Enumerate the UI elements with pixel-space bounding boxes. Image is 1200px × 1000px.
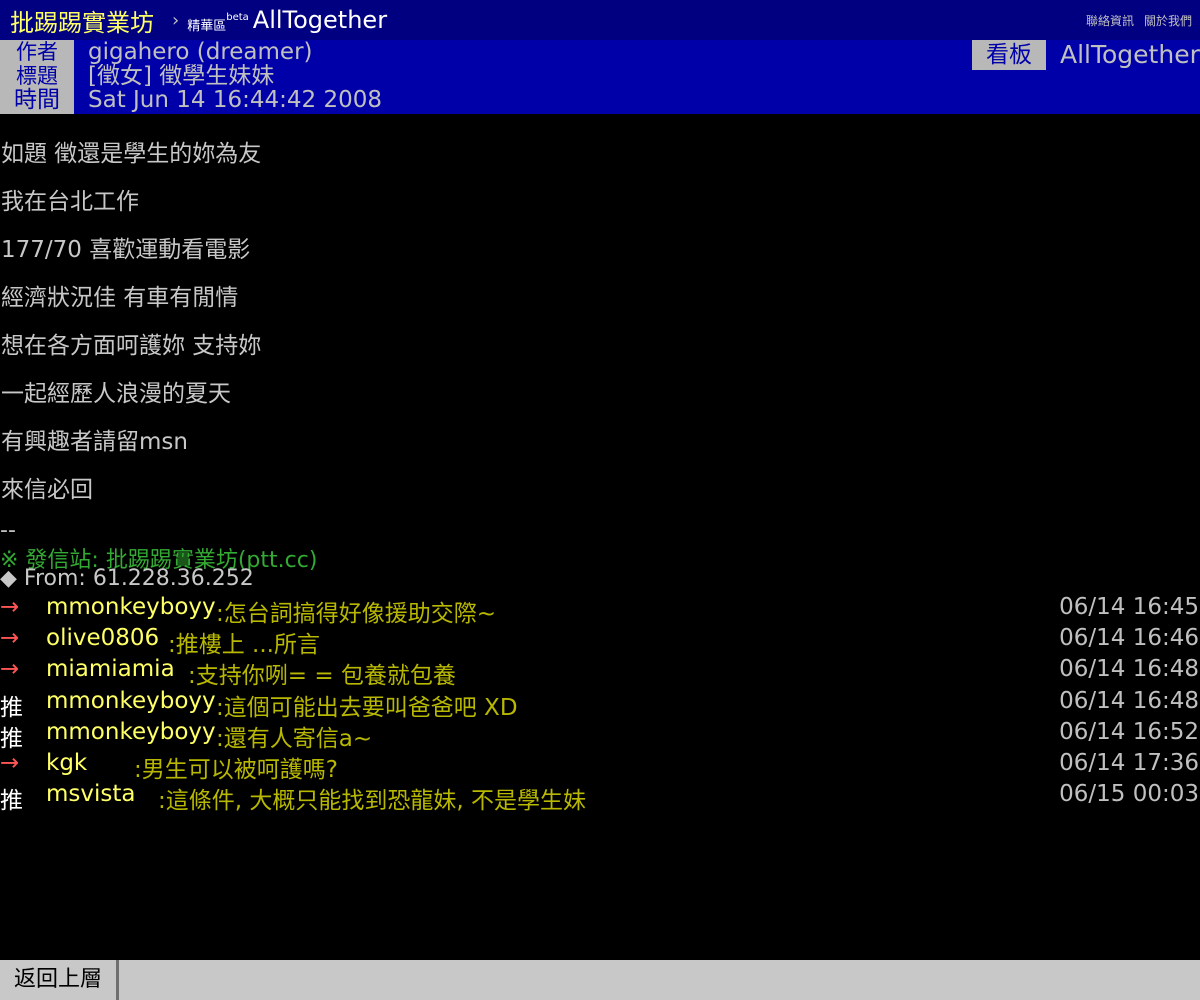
title-label: 標題 — [0, 64, 74, 86]
top-links: 聯絡資訊 關於我們 — [1086, 12, 1192, 29]
section-label: 精華區 — [187, 18, 227, 34]
bottom-bar: 返回上層 — [0, 960, 1200, 1000]
contact-link[interactable]: 聯絡資訊 — [1086, 12, 1134, 29]
push-row: 推 msvista :這條件, 大概只能找到恐龍妹, 不是學生妹 06/15 0… — [0, 781, 1200, 814]
push-tag: 推 — [0, 726, 23, 752]
author-row: 作者 gigahero (dreamer) — [0, 40, 313, 64]
push-time: 06/14 17:36 — [1059, 750, 1199, 776]
push-tag: 推 — [0, 695, 23, 721]
breadcrumb-separator: › — [172, 9, 180, 31]
site-title-link[interactable]: 批踢踢實業坊 — [10, 3, 154, 38]
push-content: :怎台詞搞得好像援助交際~ — [216, 601, 497, 627]
push-content: :這條件, 大概只能找到恐龍妹, 不是學生妹 — [158, 788, 586, 814]
top-nav-bar: 批踢踢實業坊 › 精華區beta AllTogether 聯絡資訊 關於我們 — [0, 0, 1200, 40]
signature-from: ◆ From: 61.228.36.252 — [0, 566, 254, 591]
author-label: 作者 — [0, 40, 74, 64]
body-line: 177/70 喜歡運動看電影 — [1, 237, 251, 263]
body-line: 經濟狀況佳 有車有閒情 — [1, 285, 239, 311]
push-user: mmonkeyboyy — [46, 688, 216, 714]
push-row: → miamiamia :支持你咧= = 包養就包養 06/14 16:48 — [0, 656, 1200, 689]
push-user: kgk — [46, 750, 88, 776]
push-time: 06/15 00:03 — [1059, 781, 1199, 807]
article-header: 作者 gigahero (dreamer) 標題 [徵女] 徵學生妹妹 時間 S… — [0, 40, 1200, 114]
push-tag: → — [0, 750, 20, 776]
push-row: 推 mmonkeyboyy :這個可能出去要叫爸爸吧 XD 06/14 16:4… — [0, 688, 1200, 721]
push-content: :男生可以被呵護嗎? — [134, 757, 338, 783]
body-line: 有興趣者請留msn — [1, 429, 188, 455]
push-content: :還有人寄信a~ — [216, 726, 373, 752]
beta-badge: beta — [226, 12, 249, 24]
push-time: 06/14 16:46 — [1059, 625, 1199, 651]
push-row: → mmonkeyboyy :怎台詞搞得好像援助交際~ 06/14 16:45 — [0, 594, 1200, 627]
push-time: 06/14 16:45 — [1059, 594, 1199, 620]
body-line: 我在台北工作 — [1, 189, 139, 215]
push-user: mmonkeyboyy — [46, 719, 216, 745]
push-tag: → — [0, 656, 20, 682]
about-link[interactable]: 關於我們 — [1144, 12, 1192, 29]
board-label: 看板 — [972, 40, 1046, 70]
body-line: 想在各方面呵護妳 支持妳 — [1, 333, 262, 359]
board-value: AllTogether — [1060, 40, 1200, 69]
back-button[interactable]: 返回上層 — [0, 960, 119, 1000]
title-row: 標題 [徵女] 徵學生妹妹 — [0, 64, 274, 86]
board-info: 看板 AllTogether — [972, 40, 1200, 70]
title-value: [徵女] 徵學生妹妹 — [88, 64, 275, 86]
push-row: → olive0806 :推樓上 ...所言 06/14 16:46 — [0, 625, 1200, 658]
time-row: 時間 Sat Jun 14 16:44:42 2008 — [0, 86, 382, 114]
push-user: mmonkeyboyy — [46, 594, 216, 620]
time-label: 時間 — [0, 86, 74, 114]
push-user: olive0806 — [46, 625, 160, 651]
breadcrumb-board-link[interactable]: AllTogether — [253, 6, 387, 34]
push-time: 06/14 16:52 — [1059, 719, 1199, 745]
push-content: :這個可能出去要叫爸爸吧 XD — [216, 695, 518, 721]
push-row: 推 mmonkeyboyy :還有人寄信a~ 06/14 16:52 — [0, 719, 1200, 752]
push-user: miamiamia — [46, 656, 175, 682]
body-line: 來信必回 — [1, 477, 93, 503]
push-tag: → — [0, 594, 20, 620]
push-content: :支持你咧= = 包養就包養 — [188, 663, 456, 689]
push-tag: 推 — [0, 788, 23, 814]
push-content: :推樓上 ...所言 — [168, 632, 320, 658]
signature-dash: -- — [0, 518, 16, 543]
push-user: msvista — [46, 781, 136, 807]
body-line: 一起經歷人浪漫的夏天 — [1, 381, 231, 407]
time-value: Sat Jun 14 16:44:42 2008 — [88, 87, 382, 113]
breadcrumb-section[interactable]: 精華區beta — [187, 12, 249, 34]
push-row: → kgk :男生可以被呵護嗎? 06/14 17:36 — [0, 750, 1200, 783]
body-line: 如題 徵還是學生的妳為友 — [1, 141, 262, 167]
push-time: 06/14 16:48 — [1059, 688, 1199, 714]
push-time: 06/14 16:48 — [1059, 656, 1199, 682]
push-tag: → — [0, 625, 20, 651]
author-value: gigahero (dreamer) — [88, 39, 313, 65]
